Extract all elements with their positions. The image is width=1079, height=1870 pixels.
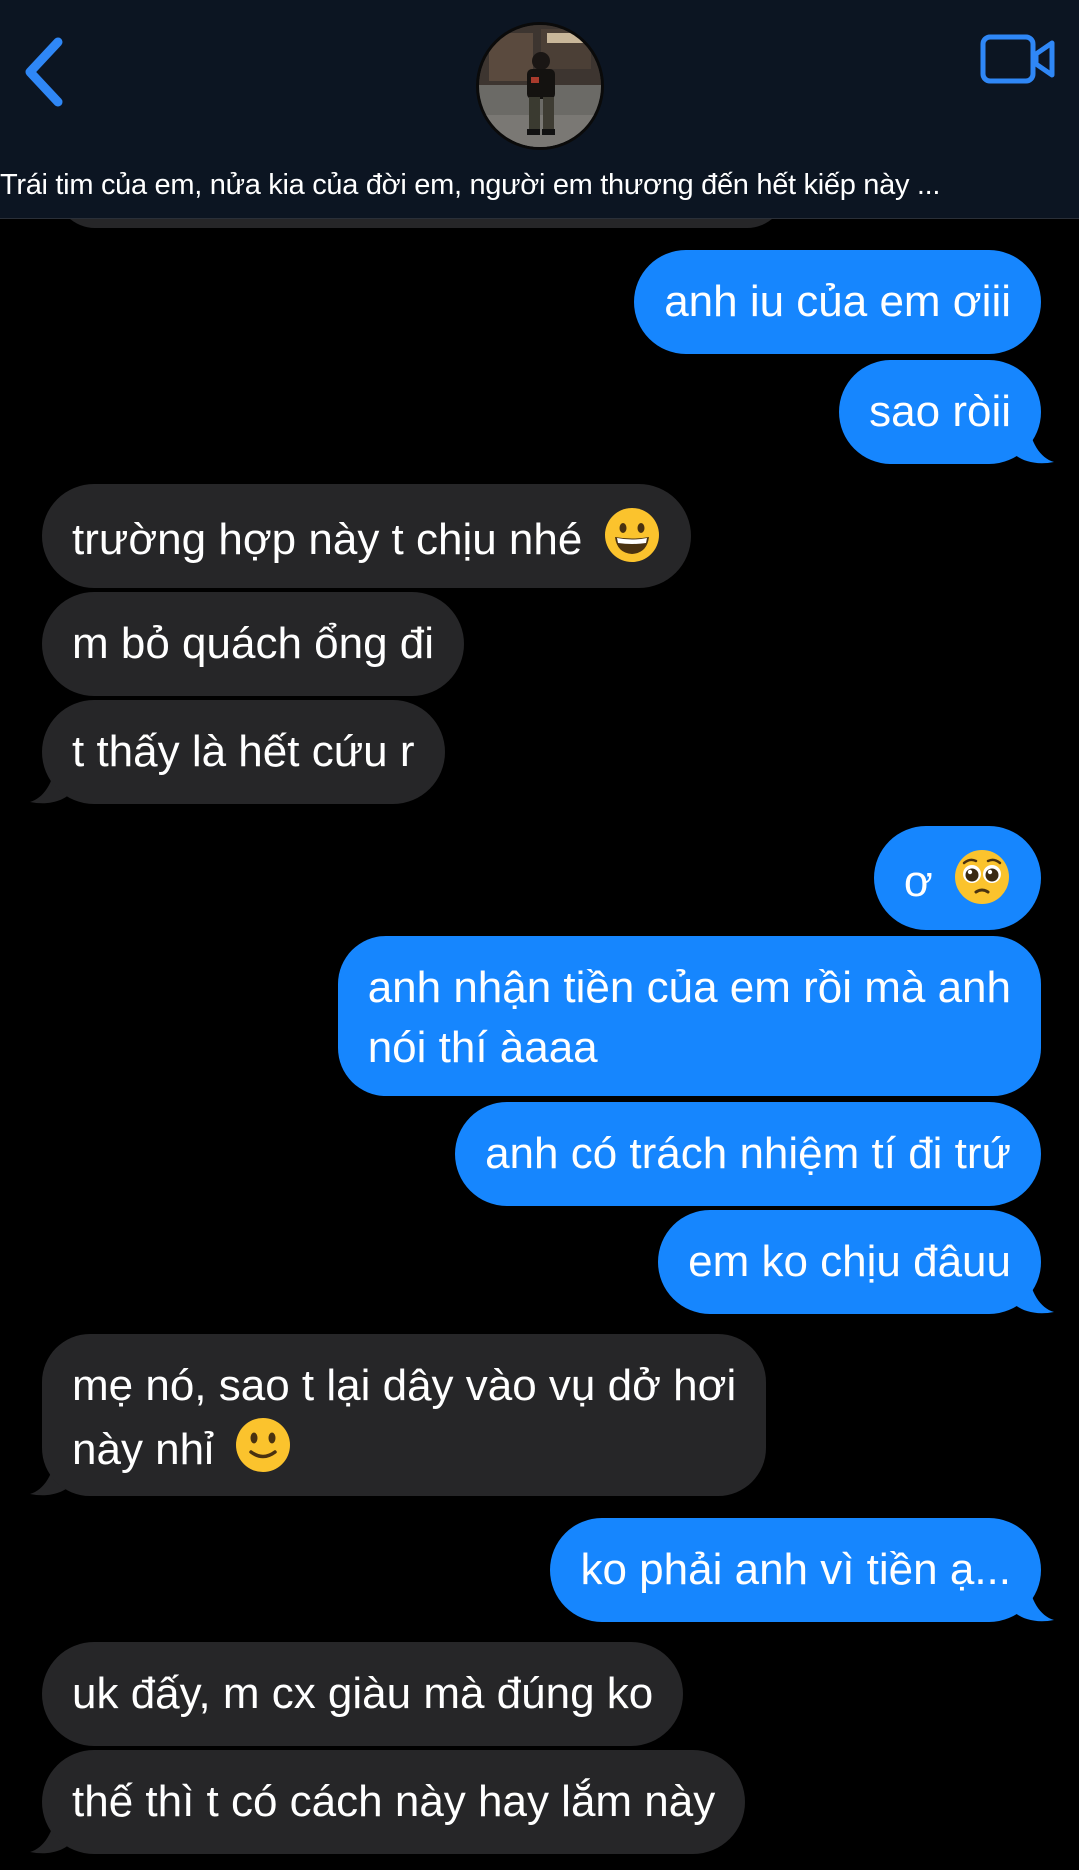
contact-avatar[interactable] <box>476 22 604 150</box>
received-message-bubble[interactable]: thế thì t có cách này hay lắm này <box>42 1750 746 1854</box>
sent-message-bubble[interactable]: anh nhận tiền của em rồi mà anh nói thí … <box>337 936 1041 1096</box>
message-text: ko phải anh vì tiền ạ... <box>580 1545 1011 1594</box>
received-message-bubble[interactable]: mẹ nó, sao t lại dây vào vụ dở hơi này n… <box>42 1334 767 1496</box>
received-message-bubble[interactable]: trường hợp này t chịu nhé <box>42 484 691 588</box>
sent-message-bubble[interactable]: ơ <box>873 826 1041 930</box>
pleading-face-emoji <box>955 850 1009 904</box>
chat-screen: Trái tim của em, nửa kia của đời em, ngư… <box>0 0 1079 1870</box>
back-button[interactable] <box>18 36 74 108</box>
received-message-bubble[interactable]: uk đấy, m cx giàu mà đúng ko <box>42 1642 684 1746</box>
message-text: thế thì t có cách này hay lắm này <box>72 1777 716 1826</box>
sent-message-bubble[interactable]: ko phải anh vì tiền ạ... <box>550 1518 1041 1622</box>
message-text: uk đấy, m cx giàu mà đúng ko <box>72 1669 654 1718</box>
message-text: anh có trách nhiệm tí đi trứ <box>485 1129 1011 1178</box>
video-camera-icon <box>980 34 1055 84</box>
message-text-line: mẹ nó, sao t lại dây vào vụ dở hơi <box>72 1361 737 1410</box>
message-text-line: nói thí àaaa <box>367 1023 598 1072</box>
contact-name[interactable]: Trái tim của em, nửa kia của đời em, ngư… <box>0 166 1079 204</box>
message-text: t thấy là hết cứu r <box>72 727 415 776</box>
video-call-button[interactable] <box>980 34 1056 86</box>
chevron-left-icon <box>25 37 63 107</box>
message-text: trường hợp này t chịu nhé <box>72 515 583 564</box>
message-text: em ko chịu đâuu <box>688 1237 1011 1286</box>
sent-message-bubble[interactable]: anh iu của em ơiii <box>634 250 1041 354</box>
conversation-header: Trái tim của em, nửa kia của đời em, ngư… <box>0 0 1079 219</box>
grinning-face-emoji <box>604 508 659 562</box>
message-text: anh iu của em ơiii <box>664 277 1011 326</box>
message-text: sao ròii <box>869 387 1011 436</box>
contact-avatar-photo <box>479 25 601 147</box>
sent-message-bubble[interactable]: em ko chịu đâuu <box>658 1210 1041 1314</box>
sent-message-bubble[interactable]: anh có trách nhiệm tí đi trứ <box>455 1102 1041 1206</box>
message-text: ơ <box>903 857 933 906</box>
received-message-bubble[interactable]: m bỏ quách ổng đi <box>42 592 465 696</box>
message-text-line: này nhỉ <box>72 1416 736 1480</box>
sent-message-bubble[interactable]: sao ròii <box>839 360 1041 464</box>
slightly-smiling-face-emoji <box>236 1418 291 1472</box>
message-text: m bỏ quách ổng đi <box>72 619 435 668</box>
message-text: này nhỉ <box>72 1425 214 1474</box>
received-message-bubble[interactable]: t thấy là hết cứu r <box>42 700 445 804</box>
message-text-line: anh nhận tiền của em rồi mà anh <box>367 963 1011 1012</box>
